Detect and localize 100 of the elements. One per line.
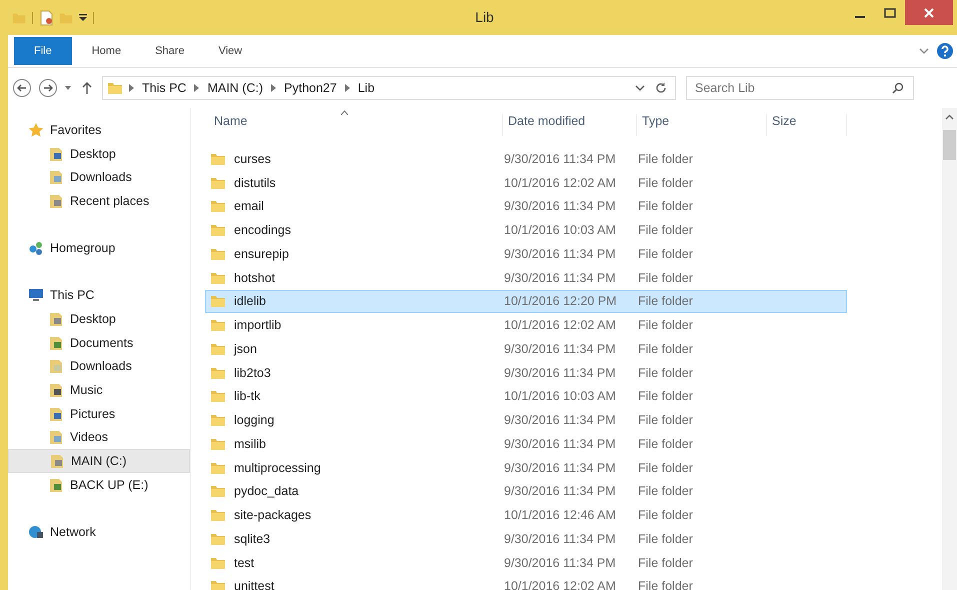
ribbon-tab[interactable]: Share <box>141 37 198 65</box>
scrollbar-thumb[interactable] <box>943 130 956 160</box>
file-row[interactable]: email 9/30/2016 11:34 PM File folder <box>205 194 847 218</box>
file-row[interactable]: site-packages 10/1/2016 12:46 AM File folder <box>205 503 847 527</box>
nav-item[interactable]: Recent places <box>8 189 190 213</box>
file-row[interactable]: logging 9/30/2016 11:34 PM File folder <box>205 408 847 432</box>
file-name: email <box>234 199 264 214</box>
file-row[interactable]: lib2to3 9/30/2016 11:34 PM File folder <box>205 360 847 384</box>
file-name: lib-tk <box>234 389 260 404</box>
close-button[interactable] <box>905 0 953 25</box>
breadcrumb[interactable]: Python27 <box>284 81 337 95</box>
column-header[interactable]: Date modified <box>503 114 637 136</box>
file-row[interactable]: lib-tk 10/1/2016 10:03 AM File folder <box>205 384 847 408</box>
customize-caret-icon[interactable] <box>79 14 87 22</box>
date-modified: 9/30/2016 11:34 PM <box>504 246 617 261</box>
file-type: File folder <box>638 294 694 308</box>
file-name: curses <box>234 152 271 166</box>
file-row[interactable]: idlelib 10/1/2016 12:20 PM File folder <box>205 290 847 314</box>
nav-item[interactable]: MAIN (C:) <box>8 449 190 473</box>
date-modified: 9/30/2016 11:34 PM <box>504 532 617 546</box>
folder-icon <box>210 222 226 238</box>
nav-item[interactable]: BACK UP (E:) <box>8 472 190 497</box>
file-name: test <box>234 556 254 570</box>
date-modified: 9/30/2016 11:34 PM <box>504 460 617 475</box>
file-type: File folder <box>638 270 694 285</box>
column-header[interactable]: Type <box>637 114 767 136</box>
window-title: Lib <box>475 8 494 27</box>
nav-item[interactable]: Videos <box>8 426 190 450</box>
file-row[interactable]: distutils 10/1/2016 12:02 AM File folder <box>205 170 847 194</box>
nav-item[interactable]: Documents <box>8 330 190 354</box>
file-row[interactable]: test 9/30/2016 11:34 PM File folder <box>205 550 847 574</box>
file-row[interactable]: ensurepip 9/30/2016 11:34 PM File folder <box>205 242 847 266</box>
file-type: File folder <box>638 436 694 451</box>
file-name: logging <box>234 413 274 428</box>
file-name: json <box>234 342 257 356</box>
sort-caret-icon <box>341 110 348 115</box>
library-icon <box>48 476 64 493</box>
search-icon[interactable] <box>892 82 904 94</box>
address-bar[interactable]: This PC MAIN (C:) Python27 Lib <box>102 76 676 100</box>
refresh-icon[interactable] <box>655 82 667 94</box>
breadcrumb[interactable]: Lib <box>358 81 375 95</box>
folder-icon <box>210 317 226 334</box>
file-name: distutils <box>234 176 276 190</box>
scroll-up-icon[interactable] <box>945 114 954 120</box>
folder-icon <box>210 483 226 500</box>
chevron-icon <box>271 84 276 92</box>
nav-item[interactable]: Desktop <box>8 307 190 331</box>
nav-item[interactable]: This PC <box>8 283 190 308</box>
file-type: File folder <box>638 413 694 428</box>
file-row[interactable]: json 9/30/2016 11:34 PM File folder <box>205 337 847 361</box>
file-row[interactable]: multiprocessing 9/30/2016 11:34 PM File folder <box>205 456 847 480</box>
date-modified: 9/30/2016 11:34 PM <box>504 152 617 166</box>
date-modified: 9/30/2016 11:34 PM <box>504 556 617 570</box>
address-dropdown-icon[interactable] <box>635 84 645 92</box>
file-row[interactable]: msilib 9/30/2016 11:34 PM File folder <box>205 432 847 456</box>
folder-icon <box>210 507 226 524</box>
file-name: site-packages <box>234 508 312 522</box>
nav-item[interactable]: Favorites <box>8 118 190 142</box>
expand-ribbon-icon[interactable] <box>919 47 929 55</box>
recent-locations-caret-icon[interactable] <box>64 85 72 91</box>
folder-icon <box>210 293 226 310</box>
close-icon <box>924 8 934 18</box>
minimize-icon <box>855 16 865 18</box>
file-row[interactable]: importlib 10/1/2016 12:02 AM File folder <box>205 313 847 337</box>
help-icon[interactable] <box>937 43 953 59</box>
ribbon-tab[interactable]: View <box>204 37 256 65</box>
column-header[interactable]: Name <box>209 114 503 136</box>
date-modified: 9/30/2016 11:34 PM <box>504 484 617 498</box>
forward-button[interactable] <box>38 78 58 98</box>
back-button[interactable] <box>12 78 32 98</box>
file-row[interactable]: pydoc_data 9/30/2016 11:34 PM File folder <box>205 480 847 504</box>
ribbon-tab[interactable]: File <box>14 37 72 65</box>
library-icon <box>48 406 64 422</box>
scrollbar[interactable] <box>942 108 957 590</box>
up-button[interactable] <box>82 81 92 95</box>
nav-item[interactable]: Music <box>8 378 190 402</box>
file-row[interactable]: curses 9/30/2016 11:34 PM File folder <box>205 147 847 171</box>
file-type: File folder <box>638 532 694 546</box>
nav-item[interactable]: Desktop <box>8 142 190 166</box>
file-name: importlib <box>234 318 282 332</box>
breadcrumb[interactable]: MAIN (C:) <box>207 81 264 95</box>
nav-item[interactable]: Homegroup <box>8 236 190 260</box>
nav-item[interactable]: Network <box>8 520 190 544</box>
ribbon-tab[interactable]: Home <box>78 37 136 65</box>
file-row[interactable]: sqlite3 9/30/2016 11:34 PM File folder <box>205 527 847 551</box>
nav-item[interactable]: Pictures <box>8 402 190 426</box>
file-type: File folder <box>638 318 694 332</box>
date-modified: 10/1/2016 10:03 AM <box>504 223 617 238</box>
file-type: File folder <box>638 389 694 404</box>
breadcrumb[interactable]: This PC <box>142 81 186 95</box>
nav-item[interactable]: Downloads <box>8 165 190 190</box>
file-name: pydoc_data <box>234 484 299 498</box>
library-icon <box>48 192 64 209</box>
file-row[interactable]: hotshot 9/30/2016 11:34 PM File folder <box>205 266 847 290</box>
file-type: File folder <box>638 223 694 238</box>
search-field[interactable]: Search Lib <box>686 76 914 100</box>
column-header[interactable]: Size <box>767 114 847 136</box>
nav-item[interactable]: Downloads <box>8 354 190 378</box>
file-row[interactable]: encodings 10/1/2016 10:03 AM File folder <box>205 218 847 242</box>
computer-icon <box>28 287 44 304</box>
